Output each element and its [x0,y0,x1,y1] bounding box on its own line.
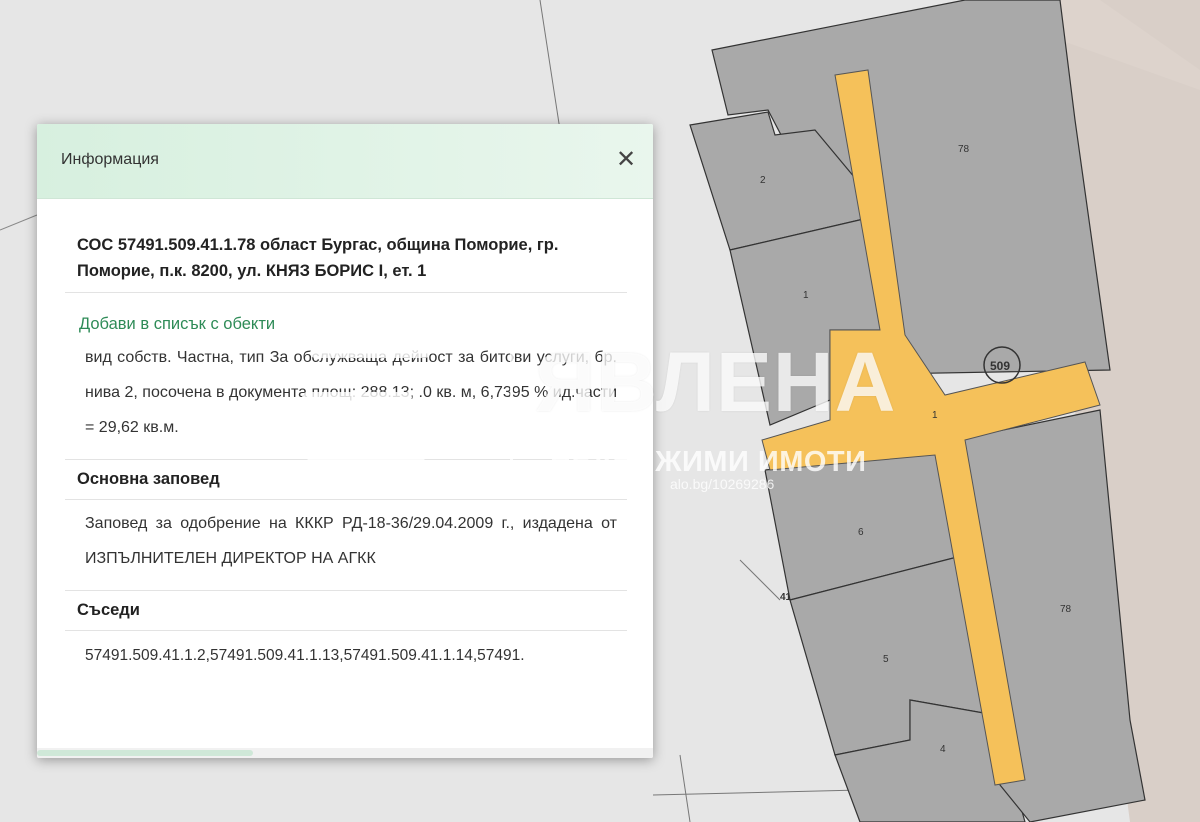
label-parcel-509: 509 [990,359,1010,373]
label-unit-78-top: 78 [958,144,970,155]
popup-header: Информация ✕ [37,124,653,199]
neighbors-section-title: Съседи [65,590,627,631]
horizontal-scrollbar[interactable] [37,748,653,758]
label-unit-4: 4 [940,744,946,755]
label-unit-1: 1 [803,290,809,301]
info-popup: Информация ✕ СОС 57491.509.41.1.78 облас… [37,124,653,758]
label-unit-6: 6 [858,527,864,538]
property-heading: СОС 57491.509.41.1.78 област Бургас, общ… [65,222,627,293]
close-button[interactable]: ✕ [613,146,639,172]
neighbors-list: 57491.509.41.1.2,57491.509.41.1.13,57491… [85,647,525,664]
label-plot-41: 41 [780,592,792,603]
label-unit-5: 5 [883,654,889,665]
order-text: Заповед за одобрение на КККР РД-18-36/29… [85,515,617,567]
popup-body: СОС 57491.509.41.1.78 област Бургас, общ… [65,222,627,665]
add-to-list-link[interactable]: Добави в списък с обекти [79,315,275,334]
label-corridor-1: 1 [932,410,938,421]
order-section-title: Основна заповед [65,459,627,500]
label-unit-2: 2 [760,175,766,186]
scrollbar-thumb[interactable] [37,750,253,756]
label-unit-78-bottom: 78 [1060,604,1072,615]
popup-title: Информация [61,151,159,168]
property-description: вид собств. Частна, тип За обслужваща де… [85,349,617,436]
